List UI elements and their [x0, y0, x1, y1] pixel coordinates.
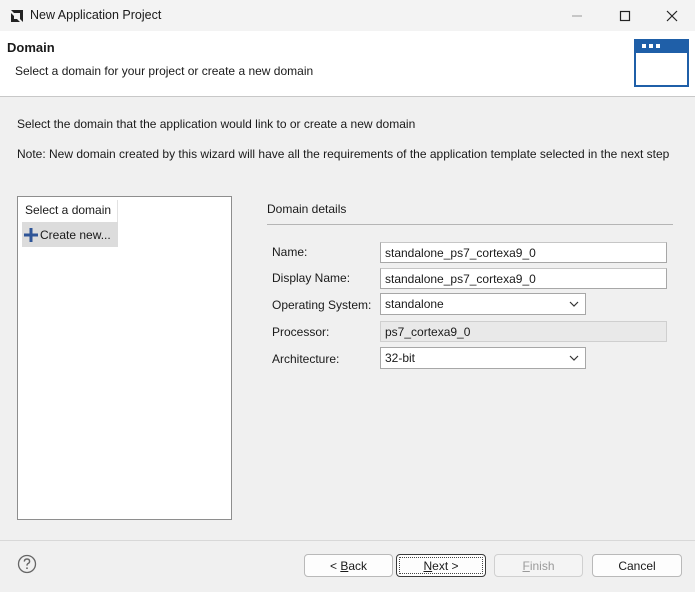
- chevron-down-icon: [569, 355, 579, 361]
- back-mnemonic: B: [340, 558, 349, 573]
- footer-separator: [0, 540, 695, 541]
- operating-system-value: standalone: [385, 297, 444, 311]
- maximize-icon: [619, 10, 631, 21]
- operating-system-label: Operating System:: [272, 298, 372, 312]
- close-icon: [666, 10, 678, 21]
- back-prefix: <: [329, 558, 341, 573]
- cancel-button[interactable]: Cancel: [592, 554, 682, 577]
- next-mnemonic: N: [423, 558, 433, 573]
- window-title: New Application Project: [30, 8, 162, 22]
- amd-logo-icon: [11, 10, 23, 22]
- plus-icon: [24, 227, 38, 242]
- create-new-label: Create new...: [40, 227, 111, 242]
- close-button[interactable]: [649, 0, 695, 31]
- finish-mnemonic: F: [522, 558, 530, 573]
- minimize-button[interactable]: [554, 0, 600, 31]
- minimize-icon: [572, 15, 582, 16]
- name-label: Name:: [272, 245, 308, 259]
- finish-button[interactable]: Finish: [494, 554, 583, 577]
- page-subtitle: Select a domain for your project or crea…: [15, 64, 314, 78]
- page-title: Domain: [7, 40, 55, 55]
- operating-system-select[interactable]: standalone: [380, 293, 586, 315]
- display-name-label: Display Name:: [272, 271, 351, 285]
- help-icon[interactable]: [17, 554, 37, 574]
- processor-label: Processor:: [272, 325, 330, 339]
- details-separator: [267, 224, 673, 225]
- wizard-header: Domain Select a domain for your project …: [0, 31, 695, 97]
- list-column-header: Select a domain: [21, 200, 118, 224]
- finish-rest: inish: [529, 558, 555, 573]
- name-field[interactable]: standalone_ps7_cortexa9_0: [380, 242, 667, 263]
- note-text: Note: New domain created by this wizard …: [17, 147, 670, 161]
- next-button[interactable]: Next >: [396, 554, 486, 577]
- architecture-label: Architecture:: [272, 352, 340, 366]
- create-new-domain-item[interactable]: Create new...: [22, 222, 118, 247]
- chevron-down-icon: [569, 301, 579, 307]
- back-rest: ack: [348, 558, 368, 573]
- domain-details-heading: Domain details: [267, 202, 347, 216]
- domain-list[interactable]: Select a domain Create new...: [17, 196, 232, 520]
- maximize-button[interactable]: [602, 0, 648, 31]
- display-name-field[interactable]: standalone_ps7_cortexa9_0: [380, 268, 667, 289]
- next-rest: ext >: [432, 558, 459, 573]
- back-button[interactable]: < Back: [304, 554, 393, 577]
- architecture-value: 32-bit: [385, 351, 416, 365]
- processor-field: ps7_cortexa9_0: [380, 321, 667, 342]
- window-banner-icon: [634, 39, 689, 87]
- architecture-select[interactable]: 32-bit: [380, 347, 586, 369]
- instruction-text: Select the domain that the application w…: [17, 117, 416, 131]
- title-bar: New Application Project: [0, 0, 695, 31]
